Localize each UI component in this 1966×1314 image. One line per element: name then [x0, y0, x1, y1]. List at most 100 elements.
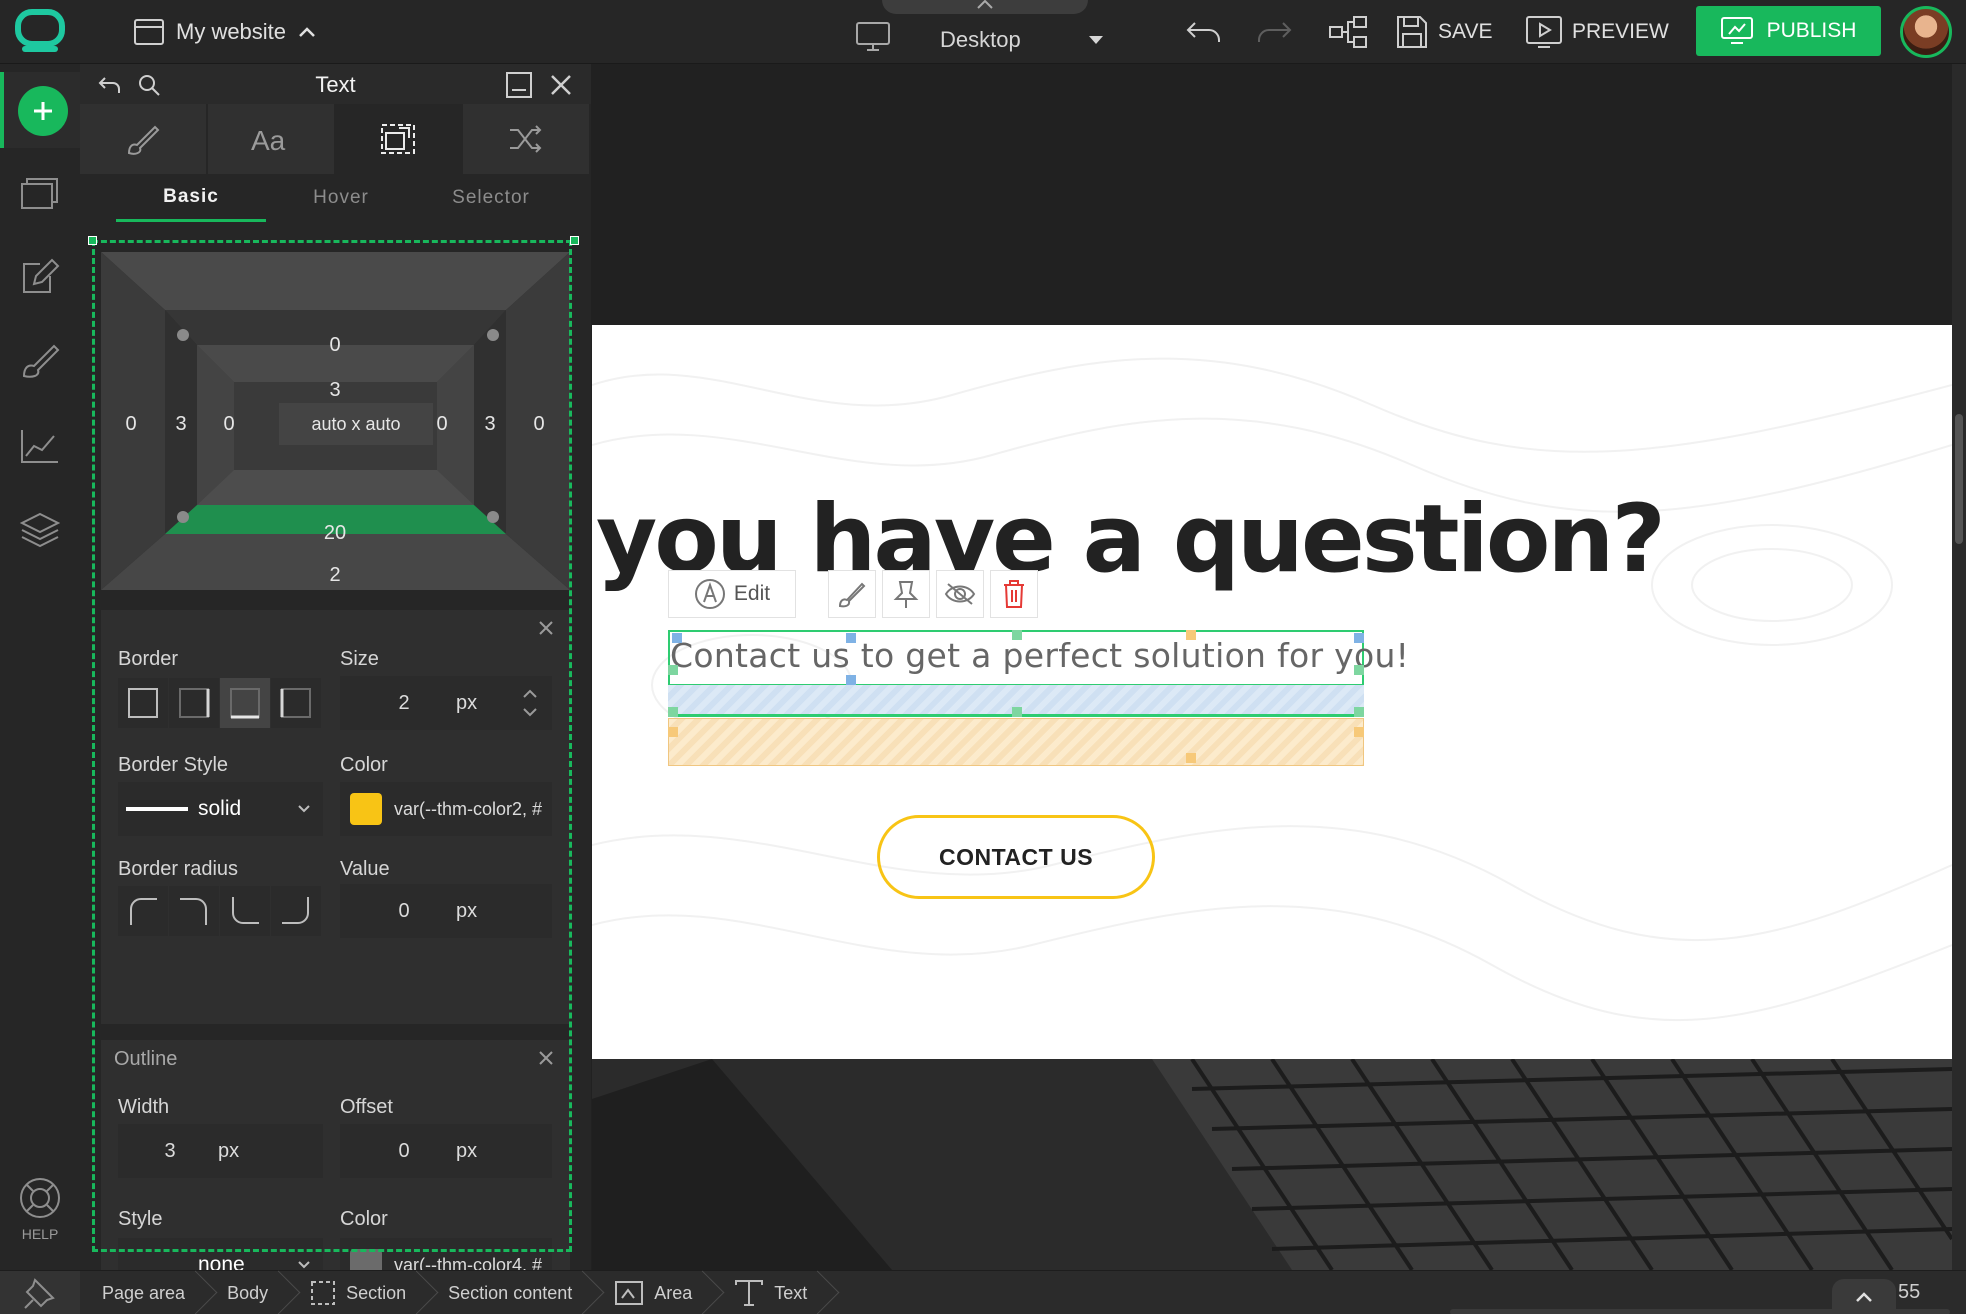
- margin-bottom-overlay: [668, 718, 1364, 766]
- analytics-icon[interactable]: [18, 424, 62, 468]
- chevron-down-icon: [298, 1261, 310, 1269]
- resize-handle[interactable]: [668, 707, 678, 717]
- publish-monitor-icon: [1720, 17, 1753, 44]
- tab-selector[interactable]: Selector: [416, 174, 566, 222]
- delete-button[interactable]: [990, 570, 1038, 618]
- floppy-disk-icon: [1397, 16, 1427, 48]
- resize-handle[interactable]: [1186, 630, 1196, 640]
- style-panel: Text Aa Basic Hover Selector 0 0 0 3 3 3…: [80, 64, 591, 1314]
- breadcrumb-label: Area: [654, 1282, 693, 1303]
- style-brush-button[interactable]: [828, 570, 876, 618]
- brush-icon: [127, 125, 160, 155]
- breadcrumb-label: Body: [227, 1282, 269, 1303]
- sitemap-icon[interactable]: [1328, 14, 1368, 50]
- hide-button[interactable]: [936, 570, 984, 618]
- breadcrumb-area[interactable]: Area: [592, 1271, 712, 1314]
- save-label: SAVE: [1438, 20, 1493, 43]
- device-selector[interactable]: Desktop: [850, 20, 1110, 60]
- design-brush-icon[interactable]: [18, 338, 62, 382]
- save-button[interactable]: SAVE: [1396, 12, 1492, 52]
- zoom-toggle[interactable]: [1832, 1279, 1896, 1314]
- website-name: My website: [176, 19, 287, 44]
- selection-corner: [88, 236, 97, 245]
- pin-button[interactable]: [882, 570, 930, 618]
- breadcrumb-section-content[interactable]: Section content: [426, 1271, 592, 1314]
- resize-handle[interactable]: [1354, 727, 1364, 737]
- plus-icon: [34, 102, 52, 120]
- eye-off-icon: [944, 583, 976, 605]
- tab-box-model[interactable]: [335, 104, 464, 174]
- body-text[interactable]: Contact us to get a perfect solution for…: [670, 636, 1409, 675]
- resize-handle[interactable]: [668, 665, 678, 675]
- state-tabs: Basic Hover Selector: [80, 174, 591, 222]
- left-rail: HELP: [0, 64, 80, 1270]
- resize-handle[interactable]: [672, 633, 682, 643]
- element-toolbar: Edit: [668, 570, 1038, 618]
- undo-icon[interactable]: [1184, 14, 1224, 50]
- pin-breadcrumb-icon[interactable]: [0, 1271, 80, 1314]
- collapse-header-tab[interactable]: [882, 0, 1088, 14]
- breadcrumb-bar: Page area Body Section Section content A…: [0, 1270, 1966, 1314]
- resize-handle[interactable]: [1354, 665, 1364, 675]
- contact-section[interactable]: you have a question? Edit Contact us to …: [592, 325, 1952, 1059]
- resize-handle[interactable]: [846, 633, 856, 643]
- device-label: Desktop: [940, 27, 1021, 52]
- canvas-scrollbar[interactable]: [1952, 64, 1966, 1270]
- resize-handle[interactable]: [846, 675, 856, 685]
- resize-handle[interactable]: [1354, 707, 1364, 717]
- redo-icon[interactable]: [1254, 14, 1294, 50]
- user-avatar[interactable]: [1900, 6, 1952, 58]
- panel-selection-outline: [92, 240, 572, 1252]
- add-element-tab: [0, 72, 80, 148]
- edit-content-icon[interactable]: [18, 254, 62, 298]
- scrollbar-thumb[interactable]: [1955, 414, 1963, 544]
- tab-typography[interactable]: Aa: [207, 104, 336, 174]
- add-element-button[interactable]: [18, 86, 68, 136]
- selection-corner: [570, 236, 579, 245]
- app-logo-icon[interactable]: [12, 8, 68, 56]
- tab-effects[interactable]: [463, 104, 591, 174]
- resize-handle[interactable]: [668, 727, 678, 737]
- tab-hover[interactable]: Hover: [266, 174, 416, 222]
- tab-basic[interactable]: Basic: [116, 174, 266, 222]
- browser-window-icon: [134, 19, 164, 45]
- breadcrumb-page-area[interactable]: Page area: [80, 1271, 205, 1314]
- help-button[interactable]: HELP: [14, 1176, 66, 1242]
- building-photo-section[interactable]: [592, 1059, 1952, 1270]
- chevron-up-icon: [977, 0, 993, 9]
- panel-header: Text: [80, 64, 591, 104]
- layers-icon[interactable]: [18, 508, 62, 552]
- tab-design[interactable]: [80, 104, 208, 174]
- resize-handle[interactable]: [1186, 753, 1196, 763]
- pages-icon[interactable]: [18, 170, 62, 214]
- website-selector[interactable]: My website: [134, 14, 316, 50]
- breadcrumb-text[interactable]: Text: [712, 1271, 827, 1314]
- typography-icon: Aa: [251, 125, 286, 154]
- breadcrumb-section[interactable]: Section: [288, 1271, 426, 1314]
- resize-handle[interactable]: [1012, 630, 1022, 640]
- top-bar: My website Desktop SAVE PREVIEW PUBLISH: [0, 0, 1966, 64]
- edit-text-button[interactable]: Edit: [668, 570, 796, 618]
- preview-label: PREVIEW: [1572, 20, 1669, 43]
- minimize-icon[interactable]: [504, 70, 534, 100]
- lifebuoy-icon: [20, 1178, 60, 1218]
- breadcrumb-label: Page area: [102, 1282, 186, 1303]
- edit-label: Edit: [733, 582, 771, 605]
- breadcrumb-label: Section: [346, 1282, 407, 1303]
- shuffle-icon: [510, 125, 542, 153]
- building-photo: [592, 1059, 1952, 1270]
- pin-icon: [893, 581, 919, 608]
- resize-handle[interactable]: [1354, 633, 1364, 643]
- publish-button[interactable]: PUBLISH: [1696, 6, 1881, 56]
- section-icon: [311, 1281, 336, 1305]
- chevron-up-icon: [1856, 1292, 1872, 1302]
- close-icon[interactable]: [546, 70, 576, 100]
- resize-handle[interactable]: [1012, 707, 1022, 717]
- brush-icon: [838, 582, 866, 608]
- play-screen-icon: [1526, 16, 1562, 48]
- area-icon: [615, 1281, 644, 1305]
- contact-us-button[interactable]: CONTACT US: [877, 815, 1155, 899]
- preview-button[interactable]: PREVIEW: [1526, 12, 1669, 52]
- style-category-tabs: Aa: [80, 104, 591, 174]
- breadcrumb-body[interactable]: Body: [205, 1271, 288, 1314]
